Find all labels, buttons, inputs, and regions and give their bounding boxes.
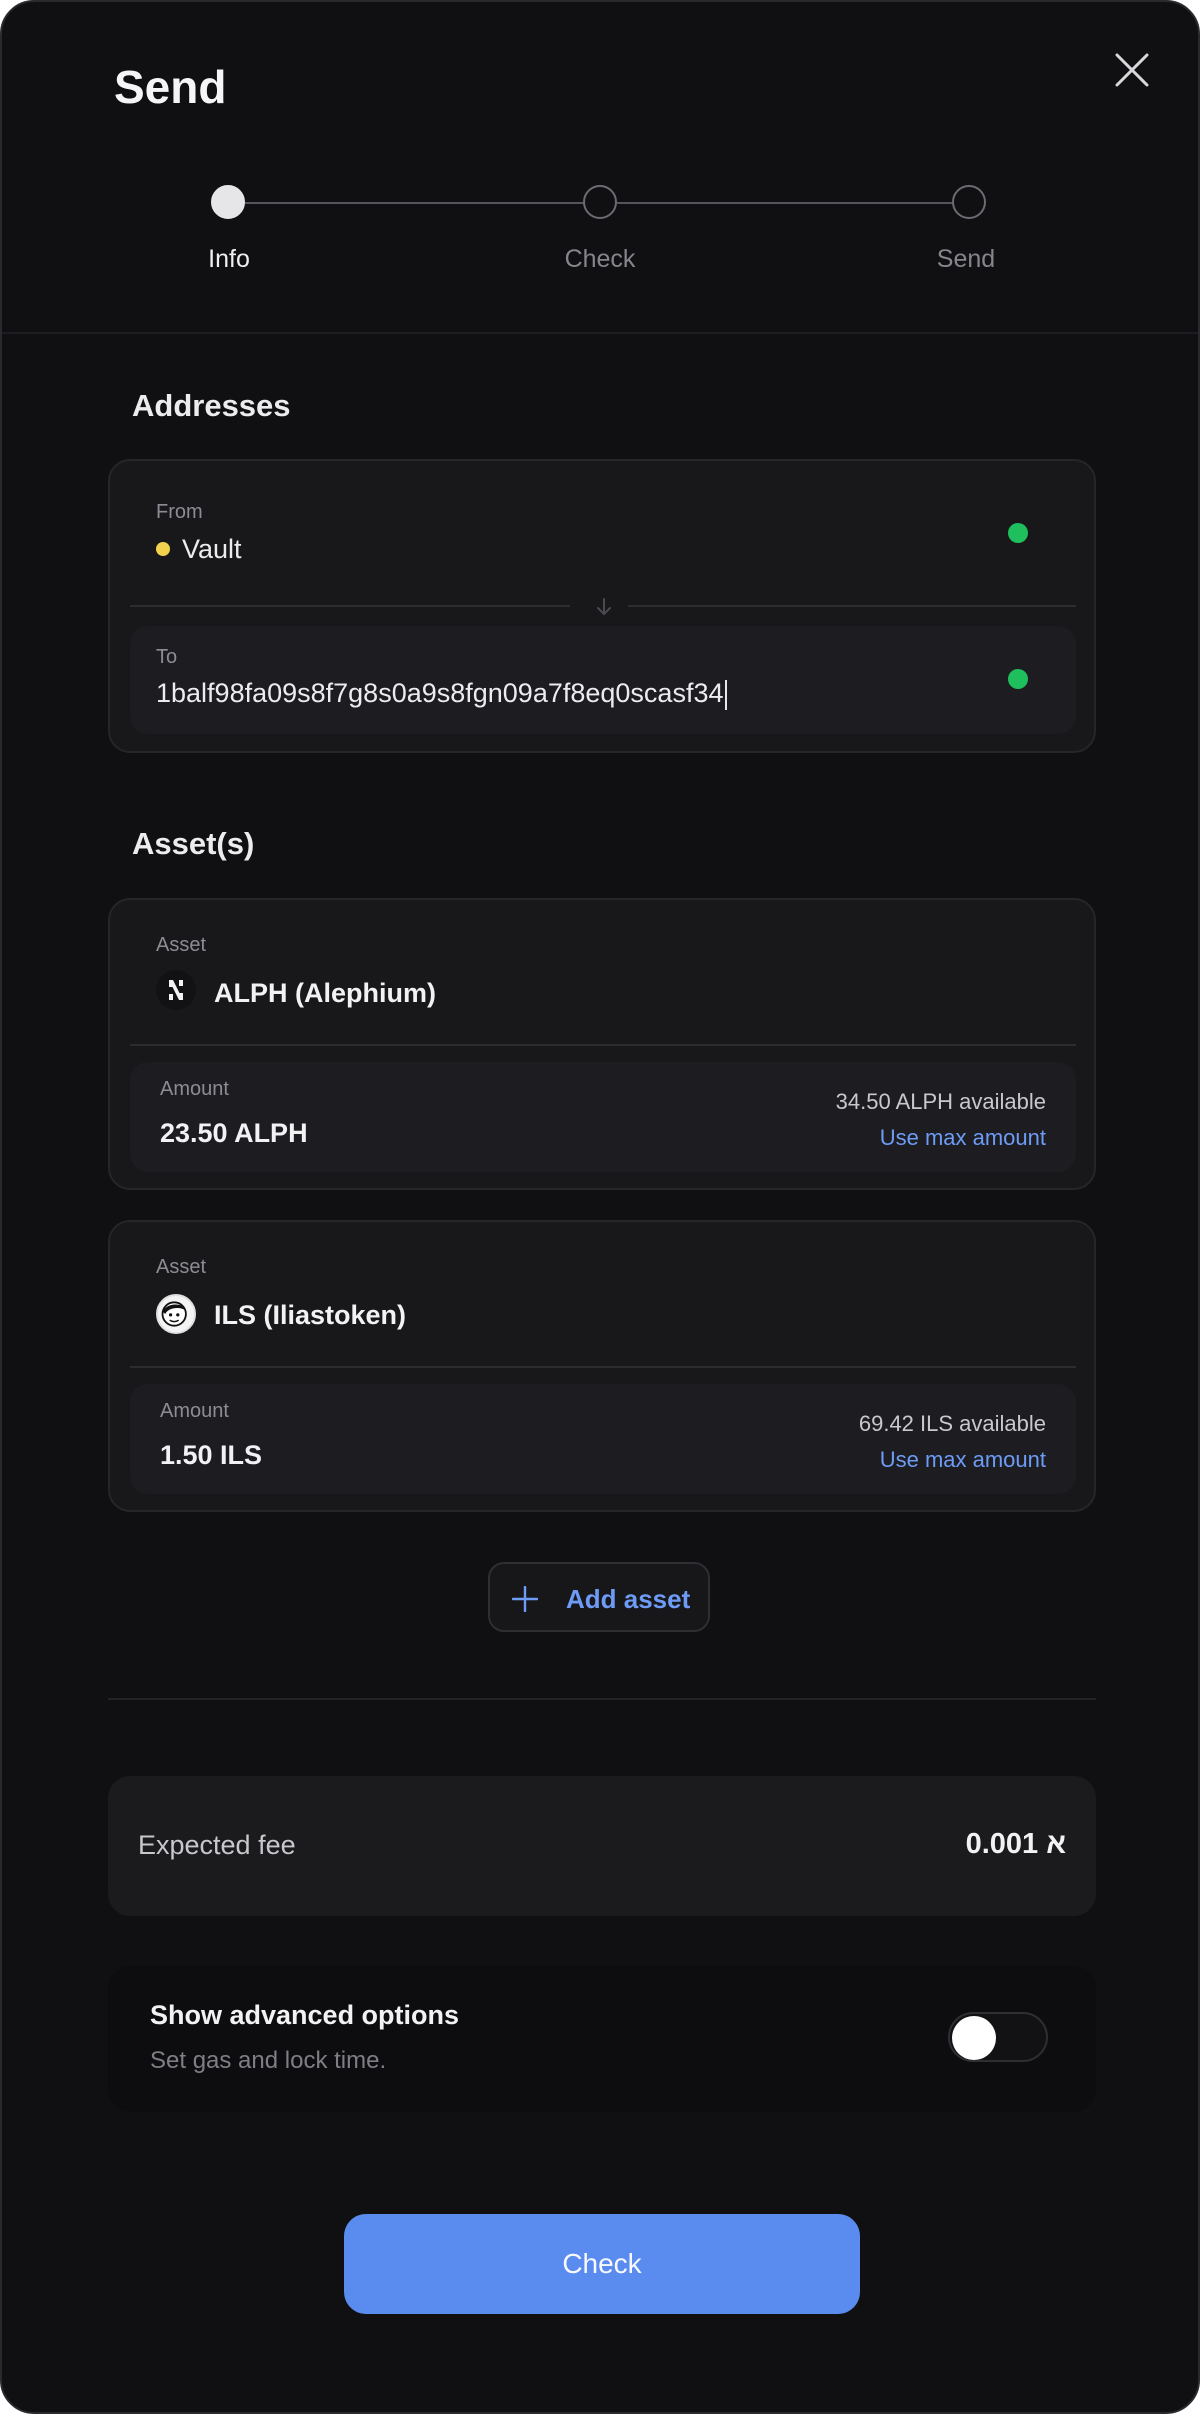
assets-section-title: Asset(s) (132, 826, 255, 861)
amount-value[interactable]: 1.50 ILS (160, 1440, 262, 1471)
expected-fee-value: 0.001 א (965, 1828, 1066, 1860)
stepper-line (617, 202, 953, 204)
use-max-amount-link[interactable]: Use max amount (880, 1447, 1046, 1473)
separator-line (628, 605, 1076, 607)
asset-label: Asset (156, 934, 207, 956)
toggle-knob (952, 2016, 996, 2060)
asset-name: ALPH (Alephium) (214, 978, 436, 1008)
separator-line (130, 1366, 1076, 1368)
vault-color-dot (156, 541, 170, 556)
alephium-logo-icon (156, 970, 196, 1010)
addresses-card: From Vault To 1balf98fa09s8f7g8s0a9s8fgn… (108, 459, 1096, 753)
separator-line (130, 605, 570, 607)
to-address-field[interactable]: To 1balf98fa09s8f7g8s0a9s8fgn09a7f8eq0sc… (130, 626, 1076, 734)
asset-card: Asset ILS (Iliastoken) Amount 1.50 ILS 6… (108, 1220, 1096, 1512)
from-label: From (156, 501, 203, 523)
modal-title: Send (114, 61, 227, 113)
close-icon[interactable] (1112, 50, 1152, 90)
expected-fee-box: Expected fee 0.001 א (108, 1776, 1096, 1916)
text-cursor (725, 679, 728, 710)
addresses-section-title: Addresses (132, 388, 291, 423)
amount-value[interactable]: 23.50 ALPH (160, 1118, 308, 1149)
check-button[interactable]: Check (344, 2214, 860, 2314)
section-divider (108, 1698, 1096, 1700)
amount-label: Amount (160, 1400, 229, 1422)
from-address-name: Vault (182, 534, 242, 564)
step-dot-send (952, 185, 986, 219)
add-asset-label: Add asset (566, 1584, 691, 1614)
from-value: Vault (156, 534, 242, 565)
advanced-options-toggle[interactable] (948, 2012, 1048, 2062)
stepper-line (245, 202, 584, 204)
separator-line (130, 1044, 1076, 1046)
asset-name: ILS (Iliastoken) (214, 1300, 407, 1330)
from-status-dot (1008, 523, 1028, 543)
iliastoken-avatar-icon (156, 1294, 196, 1334)
amount-label: Amount (160, 1078, 229, 1100)
advanced-options-title: Show advanced options (150, 2000, 460, 2030)
step-dot-info (211, 185, 245, 219)
send-modal: Send Info Check Send Addresses From Vaul… (0, 0, 1200, 2414)
to-address-input[interactable]: 1balf98fa09s8f7g8s0a9s8fgn09a7f8eq0scasf… (156, 678, 728, 710)
available-balance: 34.50 ALPH available (835, 1089, 1046, 1114)
advanced-options-subtitle: Set gas and lock time. (150, 2047, 387, 2074)
to-status-dot (1008, 669, 1028, 689)
asset-card: Asset ALPH (Alephium) Amount 23.50 ALPH … (108, 898, 1096, 1190)
header-divider (2, 332, 1198, 334)
plus-icon (511, 1585, 539, 1613)
to-label: To (156, 646, 178, 668)
amount-field[interactable]: Amount 1.50 ILS 69.42 ILS available Use … (130, 1384, 1076, 1494)
amount-field[interactable]: Amount 23.50 ALPH 34.50 ALPH available U… (130, 1062, 1076, 1172)
use-max-amount-link[interactable]: Use max amount (880, 1125, 1046, 1151)
add-asset-button[interactable]: Add asset (488, 1562, 710, 1632)
advanced-options-box: Show advanced options Set gas and lock t… (108, 1966, 1096, 2112)
step-dot-check (583, 185, 617, 219)
step-label-check: Check (564, 245, 636, 273)
step-label-send: Send (936, 245, 996, 273)
step-label-info: Info (208, 245, 250, 273)
check-button-label: Check (562, 2248, 642, 2279)
to-address-value: 1balf98fa09s8f7g8s0a9s8fgn09a7f8eq0scasf… (156, 678, 724, 708)
arrow-down-icon (593, 596, 615, 618)
expected-fee-label: Expected fee (138, 1830, 296, 1860)
asset-label: Asset (156, 1256, 207, 1278)
available-balance: 69.42 ILS available (858, 1411, 1046, 1436)
